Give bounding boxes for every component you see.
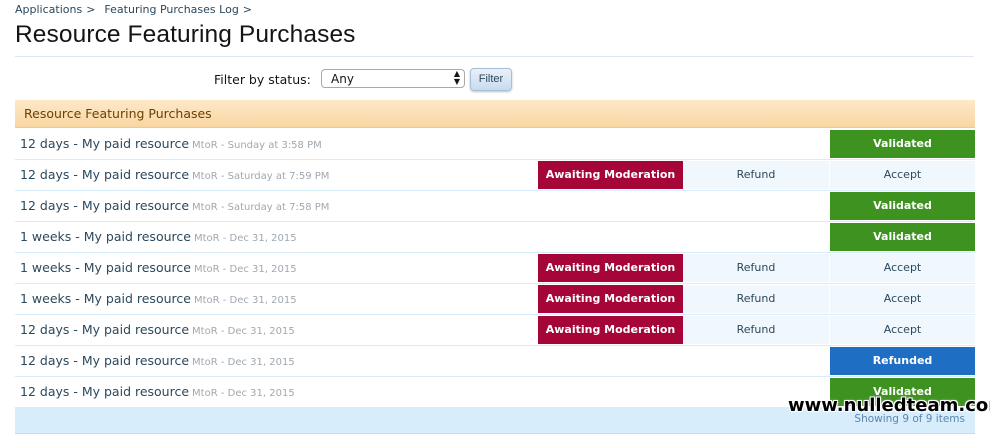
refund-button[interactable]: Refund (683, 316, 829, 344)
list-item: 1 weeks - My paid resource MtoR - Dec 31,… (15, 253, 975, 284)
purchase-meta: MtoR - Dec 31, 2015 (193, 295, 297, 306)
status-badge-validated: Validated (830, 192, 975, 220)
purchase-title[interactable]: 1 weeks - My paid resource MtoR - Dec 31,… (20, 253, 297, 283)
purchase-meta: MtoR - Dec 31, 2015 (192, 388, 295, 399)
refund-button[interactable]: Refund (683, 254, 829, 282)
refund-button[interactable]: Refund (683, 161, 829, 189)
purchase-title[interactable]: 12 days - My paid resource MtoR - Sunday … (20, 129, 322, 159)
status-select-value: Any (331, 72, 354, 86)
status-select[interactable]: Any ▲ ▼ (321, 69, 465, 88)
purchase-title[interactable]: 12 days - My paid resource MtoR - Dec 31,… (20, 346, 295, 376)
breadcrumb-applications[interactable]: Applications (15, 3, 82, 16)
list-item: 12 days - My paid resource MtoR - Saturda… (15, 160, 975, 191)
purchase-meta: MtoR - Saturday at 7:59 PM (192, 171, 330, 182)
purchase-meta: MtoR - Dec 31, 2015 (192, 326, 295, 337)
purchase-title[interactable]: 12 days - My paid resource MtoR - Saturda… (20, 191, 329, 221)
page-title: Resource Featuring Purchases (15, 21, 356, 48)
refund-button[interactable]: Refund (683, 285, 829, 313)
breadcrumb: Applications > Featuring Purchases Log > (15, 2, 261, 17)
filter-button[interactable]: Filter (470, 68, 512, 91)
status-badge-validated: Validated (830, 130, 975, 158)
status-badge-refunded: Refunded (830, 347, 975, 375)
purchase-list: 12 days - My paid resource MtoR - Sunday … (15, 129, 975, 408)
purchase-title-text[interactable]: 12 days - My paid resource (20, 198, 189, 213)
purchase-title[interactable]: 12 days - My paid resource MtoR - Saturda… (20, 160, 329, 190)
purchase-title-text[interactable]: 12 days - My paid resource (20, 384, 189, 399)
purchase-title-text[interactable]: 12 days - My paid resource (20, 353, 189, 368)
purchase-title[interactable]: 1 weeks - My paid resource MtoR - Dec 31,… (20, 222, 297, 252)
purchase-meta: MtoR - Dec 31, 2015 (193, 264, 297, 275)
list-item: 12 days - My paid resource MtoR - Sunday … (15, 129, 975, 160)
purchase-title-text[interactable]: 12 days - My paid resource (20, 167, 189, 182)
purchase-meta: MtoR - Dec 31, 2015 (192, 357, 295, 368)
list-item: 1 weeks - My paid resource MtoR - Dec 31,… (15, 284, 975, 315)
status-badge-awaiting: Awaiting Moderation (538, 254, 683, 282)
status-badge-awaiting: Awaiting Moderation (538, 316, 683, 344)
list-item: 12 days - My paid resource MtoR - Dec 31,… (15, 315, 975, 346)
status-badge-validated: Validated (830, 223, 975, 251)
purchase-title[interactable]: 1 weeks - My paid resource MtoR - Dec 31,… (20, 284, 297, 314)
accept-button[interactable]: Accept (830, 316, 975, 344)
purchase-meta: MtoR - Dec 31, 2015 (193, 233, 297, 244)
purchase-title-text[interactable]: 1 weeks - My paid resource (20, 260, 191, 275)
accept-button[interactable]: Accept (830, 254, 975, 282)
watermark: www.nulledteam.com (788, 395, 990, 416)
purchase-title[interactable]: 12 days - My paid resource MtoR - Dec 31,… (20, 377, 295, 407)
purchase-title-text[interactable]: 1 weeks - My paid resource (20, 229, 191, 244)
list-item: 12 days - My paid resource MtoR - Saturda… (15, 191, 975, 222)
list-item: 12 days - My paid resource MtoR - Dec 31,… (15, 346, 975, 377)
status-badge-awaiting: Awaiting Moderation (538, 161, 683, 189)
accept-button[interactable]: Accept (830, 285, 975, 313)
list-item: 1 weeks - My paid resource MtoR - Dec 31,… (15, 222, 975, 253)
section-header: Resource Featuring Purchases (15, 100, 975, 128)
breadcrumb-separator: > (242, 3, 253, 16)
select-arrows-icon: ▲ ▼ (453, 69, 460, 86)
title-divider (15, 56, 974, 57)
purchase-meta: MtoR - Saturday at 7:58 PM (192, 202, 330, 213)
breadcrumb-featuring-purchases-log[interactable]: Featuring Purchases Log (104, 3, 238, 16)
purchase-title-text[interactable]: 1 weeks - My paid resource (20, 291, 191, 306)
status-badge-awaiting: Awaiting Moderation (538, 285, 683, 313)
purchase-title-text[interactable]: 12 days - My paid resource (20, 322, 189, 337)
purchase-title-text[interactable]: 12 days - My paid resource (20, 136, 189, 151)
breadcrumb-separator: > (86, 3, 96, 16)
accept-button[interactable]: Accept (830, 161, 975, 189)
purchase-title[interactable]: 12 days - My paid resource MtoR - Dec 31,… (20, 315, 295, 345)
filter-bar: Filter by status: Any ▲ ▼ Filter (0, 68, 990, 92)
purchase-meta: MtoR - Sunday at 3:58 PM (192, 140, 322, 151)
filter-status-label: Filter by status: (214, 72, 311, 87)
